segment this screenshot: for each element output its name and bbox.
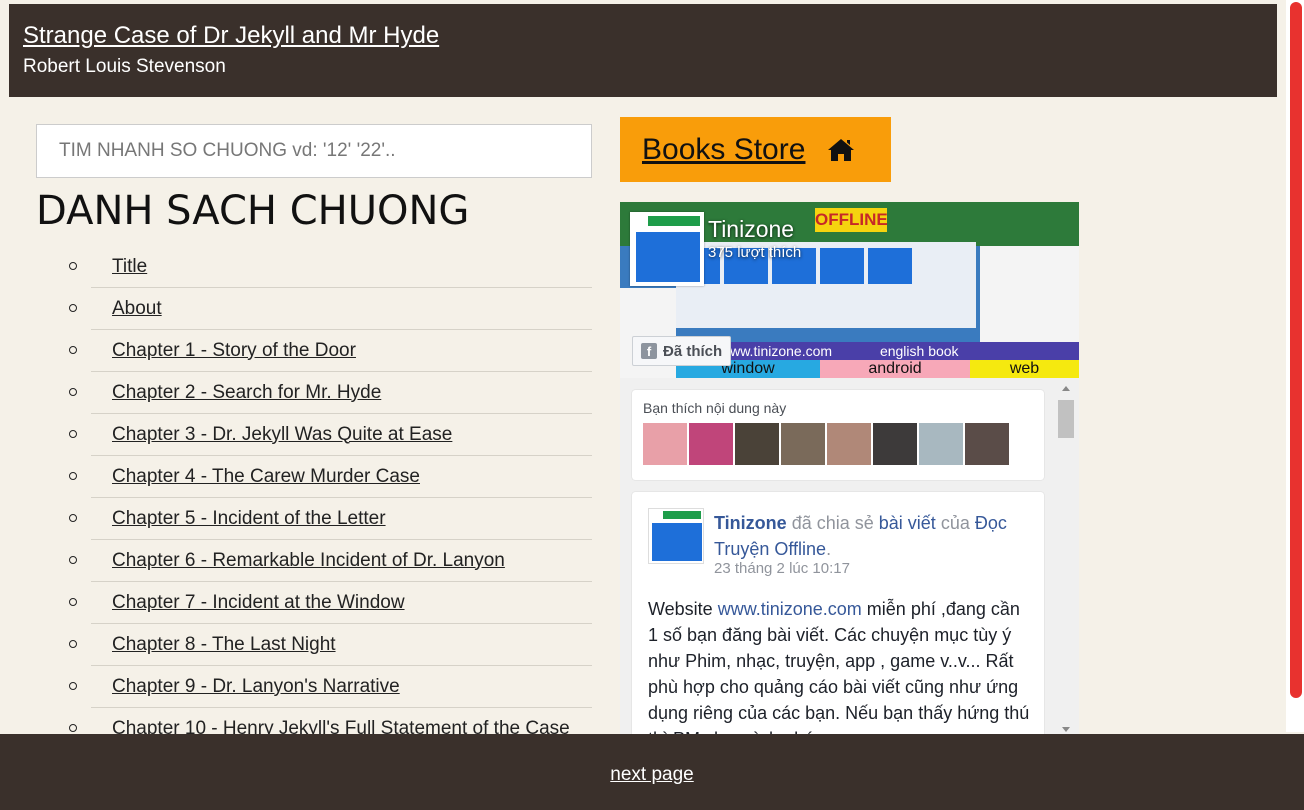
chapter-link[interactable]: Title	[112, 256, 147, 278]
cover-platform-android: android	[820, 360, 970, 378]
avatar[interactable]	[781, 423, 825, 465]
chapter-list-item: About	[69, 288, 592, 330]
chapter-list-item: Chapter 5 - Incident of the Letter	[69, 498, 592, 540]
fb-post-of-text: của	[940, 513, 970, 533]
chapter-list-item: Chapter 8 - The Last Night	[69, 624, 592, 666]
cover-screenshot-panel	[980, 246, 1079, 342]
avatar[interactable]	[873, 423, 917, 465]
book-author: Robert Louis Stevenson	[23, 56, 226, 77]
logo-top-strip	[663, 511, 701, 519]
cover-platform-web: web	[970, 360, 1079, 378]
facebook-icon: f	[641, 343, 657, 359]
fb-liked-label: Đã thích	[663, 342, 723, 360]
bullet-icon	[69, 598, 77, 606]
bullet-icon	[69, 514, 77, 522]
next-page-link[interactable]: next page	[610, 764, 693, 786]
chapter-list: Title About Chapter 1 - Story of the Doo…	[36, 246, 592, 750]
cover-english-book: english book	[879, 343, 959, 359]
chapter-link[interactable]: Chapter 2 - Search for Mr. Hyde	[112, 382, 381, 404]
chapter-link[interactable]: Chapter 1 - Story of the Door	[112, 340, 356, 362]
fb-page-logo[interactable]	[630, 212, 704, 286]
fb-friends-card: Bạn thích nội dung này	[632, 390, 1044, 480]
bullet-icon	[69, 640, 77, 648]
fb-post-timestamp[interactable]: 23 tháng 2 lúc 10:17	[714, 560, 850, 577]
bullet-icon	[69, 346, 77, 354]
avatar[interactable]	[919, 423, 963, 465]
home-icon	[828, 138, 855, 161]
fb-post-card: Tinizone đã chia sẻ bài viết của Đọc Tru…	[632, 492, 1044, 734]
chapter-list-item: Title	[69, 246, 592, 288]
logo-grid	[636, 232, 700, 282]
fb-post-body-text: miễn phí ,đang cần 1 số bạn đăng bài viế…	[648, 599, 1030, 734]
fb-post-shared-text: đã chia sẻ	[791, 513, 874, 533]
chapter-panel: DANH SACH CHUONG Title About Chapter 1 -…	[36, 124, 592, 750]
fb-cover-image[interactable]: OFFLINE www.tinizone.com english book wi…	[620, 202, 1079, 378]
bullet-icon	[69, 388, 77, 396]
chapter-link[interactable]: Chapter 3 - Dr. Jekyll Was Quite at Ease	[112, 424, 452, 446]
cover-tile	[820, 248, 864, 284]
cover-url-bar: www.tinizone.com english book	[676, 342, 1079, 360]
fb-post-period: .	[826, 539, 832, 559]
books-store-button[interactable]: Books Store	[620, 117, 891, 182]
page-footer: next page	[0, 734, 1304, 810]
chapter-list-item: Chapter 3 - Dr. Jekyll Was Quite at Ease	[69, 414, 592, 456]
scroll-up-icon[interactable]	[1062, 386, 1070, 391]
chapter-link[interactable]: Chapter 5 - Incident of the Letter	[112, 508, 386, 530]
bullet-icon	[69, 724, 77, 732]
chapter-list-heading: DANH SACH CHUONG	[36, 188, 470, 234]
facebook-page-widget: OFFLINE www.tinizone.com english book wi…	[620, 202, 1079, 734]
fb-post-header: Tinizone đã chia sẻ bài viết của Đọc Tru…	[714, 510, 1034, 562]
book-title-link[interactable]: Strange Case of Dr Jekyll and Mr Hyde	[23, 22, 1263, 50]
logo-grid	[652, 523, 702, 561]
bullet-icon	[69, 472, 77, 480]
bullet-icon	[69, 682, 77, 690]
cover-offline-badge: OFFLINE	[815, 208, 888, 232]
avatar[interactable]	[689, 423, 733, 465]
logo-top-strip	[648, 216, 700, 226]
bullet-icon	[69, 556, 77, 564]
chapter-search-input[interactable]	[36, 124, 592, 178]
fb-post-body: Website www.tinizone.com miễn phí ,đang …	[648, 596, 1034, 734]
fb-friend-avatars	[643, 423, 1033, 465]
fb-like-count: 375 lượt thích	[708, 244, 802, 261]
books-store-label: Books Store	[642, 132, 806, 166]
fb-liked-button[interactable]: f Đã thích	[632, 336, 732, 366]
bullet-icon	[69, 430, 77, 438]
fb-post-avatar[interactable]	[648, 508, 704, 564]
chapter-link[interactable]: Chapter 4 - The Carew Murder Case	[112, 466, 420, 488]
fb-widget-scrollbar[interactable]	[1056, 382, 1076, 734]
cover-platform-bar: window android web	[676, 360, 1079, 378]
chapter-link[interactable]: Chapter 8 - The Last Night	[112, 634, 336, 656]
fb-page-name[interactable]: Tinizone	[708, 216, 794, 243]
cover-tile	[868, 248, 912, 284]
chapter-link[interactable]: About	[112, 298, 162, 320]
chapter-link[interactable]: Chapter 7 - Incident at the Window	[112, 592, 405, 614]
bullet-icon	[69, 262, 77, 270]
chapter-list-item: Chapter 4 - The Carew Murder Case	[69, 456, 592, 498]
chapter-link[interactable]: Chapter 6 - Remarkable Incident of Dr. L…	[112, 550, 505, 572]
fb-post-page-link[interactable]: Tinizone	[714, 513, 787, 533]
cover-url-text: www.tinizone.com	[720, 343, 833, 359]
bullet-icon	[69, 304, 77, 312]
chapter-list-item: Chapter 7 - Incident at the Window	[69, 582, 592, 624]
chapter-list-item: Chapter 9 - Dr. Lanyon's Narrative	[69, 666, 592, 708]
avatar[interactable]	[827, 423, 871, 465]
chapter-list-item: Chapter 1 - Story of the Door	[69, 330, 592, 372]
fb-post-body-url[interactable]: www.tinizone.com	[718, 599, 862, 619]
fb-scrollbar-thumb[interactable]	[1058, 400, 1074, 438]
fb-friends-caption: Bạn thích nội dung này	[643, 400, 787, 416]
page-scrollbar[interactable]	[1286, 0, 1304, 732]
scroll-down-icon[interactable]	[1062, 727, 1070, 732]
avatar[interactable]	[965, 423, 1009, 465]
fb-post-link[interactable]: bài viết	[879, 513, 936, 533]
page-header: Strange Case of Dr Jekyll and Mr Hyde Ro…	[9, 4, 1277, 97]
page-scrollbar-thumb[interactable]	[1290, 2, 1302, 698]
fb-post-body-prefix: Website	[648, 599, 713, 619]
avatar[interactable]	[735, 423, 779, 465]
chapter-list-item: Chapter 6 - Remarkable Incident of Dr. L…	[69, 540, 592, 582]
chapter-link[interactable]: Chapter 9 - Dr. Lanyon's Narrative	[112, 676, 400, 698]
avatar[interactable]	[643, 423, 687, 465]
chapter-list-item: Chapter 2 - Search for Mr. Hyde	[69, 372, 592, 414]
